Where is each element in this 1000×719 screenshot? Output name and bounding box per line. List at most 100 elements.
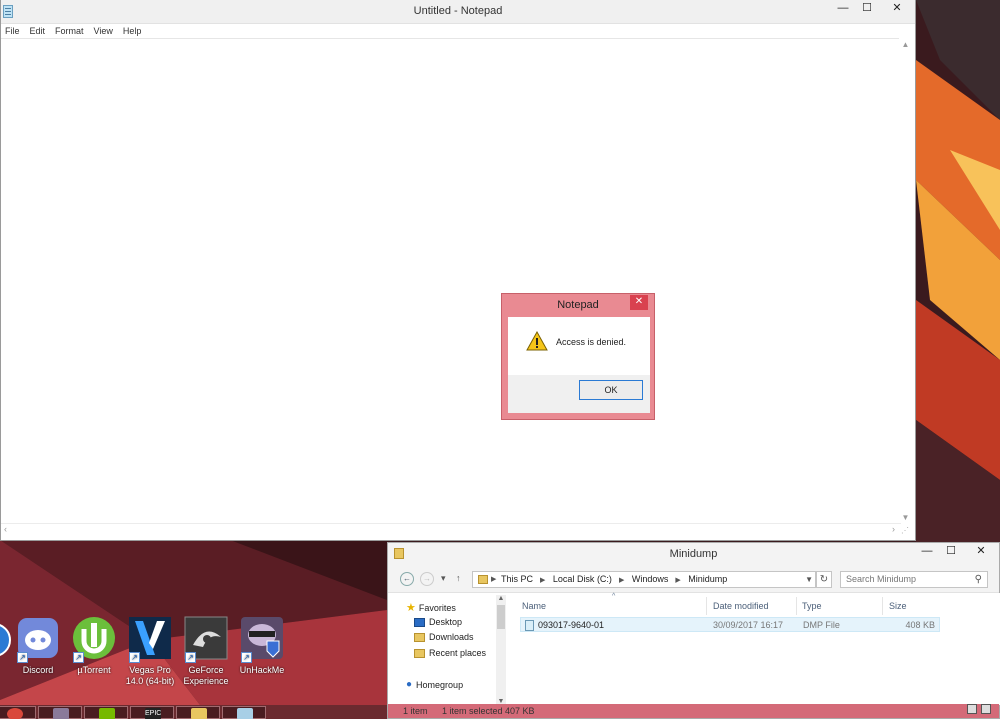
minimize-button[interactable]: — bbox=[915, 543, 939, 561]
explorer-title: Minidump bbox=[669, 548, 718, 560]
nav-label: Favorites bbox=[418, 602, 456, 613]
breadcrumb-this-pc[interactable]: This PC bbox=[501, 574, 533, 584]
address-toolbar: ← → ▾ ↑ ▶ This PC ▶ Local Disk (C:) ▶ Wind… bbox=[388, 565, 999, 593]
nav-label: Desktop bbox=[429, 617, 463, 627]
column-header-size[interactable]: Size bbox=[889, 601, 907, 611]
forward-icon[interactable]: → bbox=[420, 572, 434, 586]
menu-edit[interactable]: Edit bbox=[25, 24, 51, 38]
nav-recent-places[interactable]: Recent places bbox=[414, 648, 486, 658]
explorer-title-bar[interactable]: Minidump — ☐ ✕ bbox=[388, 543, 999, 565]
nav-label: Homegroup bbox=[416, 679, 464, 690]
navigation-scrollbar[interactable]: ▲ ▼ bbox=[496, 595, 506, 705]
column-header-name[interactable]: Name bbox=[522, 601, 546, 611]
shortcut-arrow-icon: ↗ bbox=[73, 652, 84, 663]
menu-file[interactable]: File bbox=[1, 24, 25, 38]
taskbar-nvidia[interactable] bbox=[84, 706, 128, 719]
column-divider[interactable] bbox=[796, 597, 797, 615]
file-type: DMP File bbox=[803, 620, 840, 630]
horizontal-scrollbar[interactable]: ‹ › bbox=[1, 523, 901, 535]
folder-icon bbox=[191, 708, 207, 719]
breadcrumb-windows[interactable]: Windows bbox=[632, 574, 669, 584]
menu-view[interactable]: View bbox=[89, 24, 118, 38]
up-icon[interactable]: ↑ bbox=[456, 573, 461, 583]
nav-label: Recent places bbox=[429, 648, 487, 658]
shortcut-arrow-icon: ↗ bbox=[17, 652, 28, 663]
sort-ascending-icon: ^ bbox=[612, 593, 616, 600]
desktop-icon-label: UnHackMe bbox=[239, 665, 285, 675]
close-button[interactable]: ✕ bbox=[963, 543, 999, 561]
details-view-icon[interactable] bbox=[967, 704, 977, 714]
dialog-close-button[interactable]: ✕ bbox=[630, 295, 648, 310]
breadcrumb-minidump[interactable]: Minidump bbox=[688, 574, 727, 584]
file-icon bbox=[525, 620, 534, 631]
taskbar-unhackme[interactable] bbox=[38, 706, 82, 719]
desktop-icon-label: GeForce Experience bbox=[183, 665, 229, 686]
vertical-scrollbar[interactable]: ▲ ▼ bbox=[899, 38, 912, 524]
column-header-date[interactable]: Date modified bbox=[713, 601, 769, 611]
table-row[interactable]: 093017-9640-01 30/09/2017 16:17 DMP File… bbox=[520, 617, 940, 632]
scroll-up-icon[interactable]: ▲ bbox=[899, 40, 912, 49]
address-bar[interactable]: ▶ This PC ▶ Local Disk (C:) ▶ Windows ▶ Min… bbox=[472, 571, 816, 588]
error-dialog: Notepad ✕ Access is denied. OK bbox=[501, 293, 655, 420]
text-editor-area[interactable] bbox=[1, 38, 901, 524]
menu-format[interactable]: Format bbox=[50, 24, 89, 38]
desktop-icon-geforce[interactable]: ↗ GeForce Experience bbox=[177, 615, 235, 687]
chevron-right-icon[interactable]: ▶ bbox=[491, 572, 496, 587]
refresh-icon[interactable]: ↻ bbox=[816, 571, 832, 588]
status-selection: 1 item selected 407 KB bbox=[442, 706, 535, 716]
taskbar-epic[interactable]: EPIC bbox=[130, 706, 174, 719]
recent-locations-icon[interactable]: ▾ bbox=[441, 573, 446, 584]
scroll-right-icon[interactable]: › bbox=[892, 524, 895, 534]
notepad-title: Untitled - Notepad bbox=[413, 5, 503, 17]
desktop-icon-label: Vegas Pro 14.0 (64-bit) bbox=[125, 665, 175, 686]
chevron-down-icon[interactable]: ▼ bbox=[805, 572, 813, 587]
taskbar-explorer[interactable] bbox=[176, 706, 220, 719]
column-divider[interactable] bbox=[706, 597, 707, 615]
ok-button[interactable]: OK bbox=[579, 380, 643, 400]
chevron-right-icon[interactable]: ▶ bbox=[619, 577, 624, 584]
menu-help[interactable]: Help bbox=[118, 24, 147, 38]
back-icon[interactable]: ← bbox=[400, 572, 414, 586]
file-list: ^ Name Date modified Type Size 093017-96… bbox=[514, 593, 1000, 705]
desktop-icon-unhackme[interactable]: ↗ UnHackMe bbox=[233, 615, 291, 676]
maximize-button[interactable]: ☐ bbox=[855, 0, 879, 18]
notepad-icon bbox=[237, 708, 253, 719]
column-header-type[interactable]: Type bbox=[802, 601, 822, 611]
nav-favorites[interactable]: ★ Favorites bbox=[406, 601, 456, 614]
status-item-count: 1 item bbox=[403, 706, 428, 716]
navigation-pane: ★ Favorites Desktop Downloads Recent plac… bbox=[388, 593, 508, 705]
nav-homegroup[interactable]: ● Homegroup bbox=[406, 679, 463, 690]
chevron-right-icon[interactable]: ▶ bbox=[540, 577, 545, 584]
notepad-title-bar[interactable]: Untitled - Notepad — ☐ ✕ bbox=[1, 0, 915, 24]
chevron-right-icon[interactable]: ▶ bbox=[675, 577, 680, 584]
nav-desktop[interactable]: Desktop bbox=[414, 617, 462, 627]
scroll-thumb[interactable] bbox=[497, 605, 505, 629]
nvidia-icon bbox=[99, 708, 115, 719]
scroll-left-icon[interactable]: ‹ bbox=[4, 524, 7, 534]
desktop-icon-vegas-pro[interactable]: ↗ Vegas Pro 14.0 (64-bit) bbox=[121, 615, 179, 687]
maximize-button[interactable]: ☐ bbox=[939, 543, 963, 561]
desktop-icon-label: µTorrent bbox=[77, 665, 111, 675]
taskbar-chrome[interactable] bbox=[0, 706, 36, 719]
desktop-icon-utorrent[interactable]: ↗ µTorrent bbox=[65, 615, 123, 676]
scroll-down-icon[interactable]: ▼ bbox=[899, 513, 912, 522]
search-icon[interactable]: ⚲ bbox=[975, 572, 982, 587]
search-input[interactable]: Search Minidump ⚲ bbox=[840, 571, 988, 588]
close-button[interactable]: ✕ bbox=[879, 0, 915, 18]
desktop-icon-discord[interactable]: ↗ Discord bbox=[9, 615, 67, 676]
unhackme-icon bbox=[53, 708, 69, 719]
column-divider[interactable] bbox=[882, 597, 883, 615]
search-placeholder: Search Minidump bbox=[846, 574, 917, 584]
shortcut-arrow-icon: ↗ bbox=[129, 652, 140, 663]
resize-grip-icon[interactable]: ⋰ bbox=[901, 526, 911, 536]
nav-downloads[interactable]: Downloads bbox=[414, 632, 474, 642]
minimize-button[interactable]: — bbox=[831, 0, 855, 18]
large-icons-view-icon[interactable] bbox=[981, 704, 991, 714]
breadcrumb-local-disk[interactable]: Local Disk (C:) bbox=[553, 574, 612, 584]
scroll-up-icon[interactable]: ▲ bbox=[496, 595, 506, 602]
taskbar-notepad[interactable] bbox=[222, 706, 266, 719]
explorer-window: Minidump — ☐ ✕ ← → ▾ ↑ ▶ This PC ▶ Local … bbox=[387, 542, 1000, 719]
folder-icon bbox=[478, 575, 488, 584]
desktop-icon bbox=[414, 617, 425, 627]
epic-icon: EPIC bbox=[145, 708, 161, 719]
